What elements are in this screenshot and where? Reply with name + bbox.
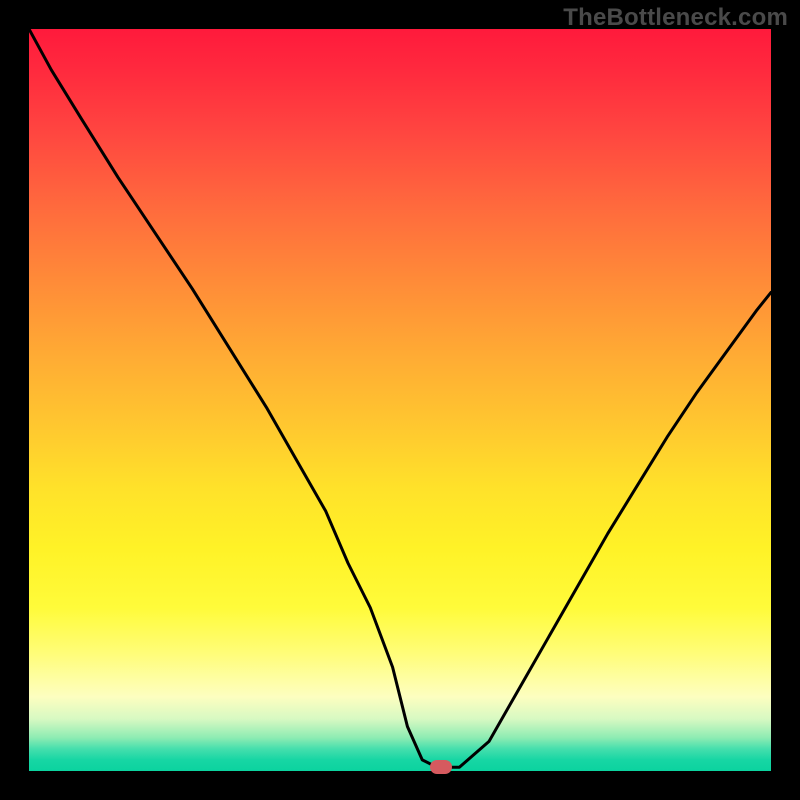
plot-area — [29, 29, 771, 771]
bottleneck-curve-path — [29, 29, 771, 767]
chart-frame: TheBottleneck.com — [0, 0, 800, 800]
min-marker — [430, 760, 452, 774]
watermark-text: TheBottleneck.com — [563, 4, 788, 32]
curve-svg — [29, 29, 771, 771]
